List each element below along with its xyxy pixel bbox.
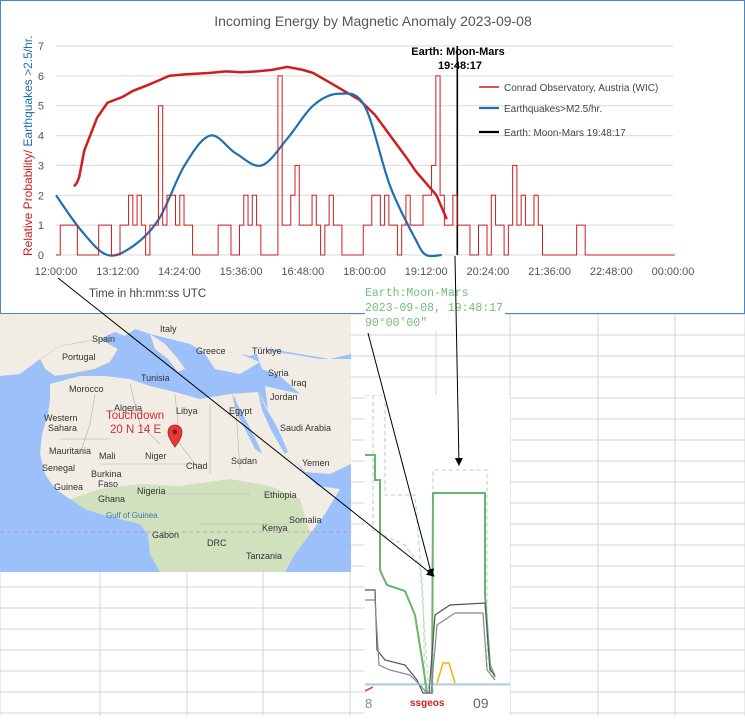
map-label-sudan: Sudan [231, 456, 258, 466]
map-label-saudi-arabia: Saudi Arabia [280, 423, 332, 433]
moon-mars-annotation-line2: 19:48:17 [438, 60, 482, 72]
chart-gridlines [56, 45, 673, 256]
map-label-tunisia: Tunisia [141, 373, 170, 383]
y-tick-label: 4 [38, 131, 44, 143]
map-label-morocco: Morocco [69, 384, 104, 394]
series-layer [55, 46, 675, 258]
series-line-1 [55, 92, 442, 258]
inset-chart-graphic [365, 395, 510, 694]
touchdown-label-line1: Touchdown [106, 410, 165, 422]
map-panel[interactable]: Spain Portugal Italy Greece Türkiye Syri… [0, 314, 351, 572]
map-label-spain: Spain [92, 334, 116, 344]
map-label-jordan: Jordan [270, 392, 298, 402]
map-label-western-sahara-2: Sahara [48, 423, 78, 433]
map-label-kenya: Kenya [262, 523, 288, 533]
line-chart: Incoming Energy by Magnetic Anomaly 2023… [21, 13, 695, 300]
map-label-niger: Niger [145, 451, 167, 461]
chart-legend[interactable]: Conrad Observatory, Austria (WIC) Earthqu… [479, 83, 658, 139]
x-tick-label: 20:24:00 [466, 266, 509, 278]
chart-title: Incoming Energy by Magnetic Anomaly 2023… [214, 13, 532, 29]
legend-label: Conrad Observatory, Austria (WIC) [504, 83, 658, 94]
y-tick-label: 2 [38, 190, 44, 202]
map-label-egypt: Egypt [229, 406, 253, 416]
y-tick-label: 6 [38, 71, 44, 83]
x-tick-label: 14:24:00 [158, 266, 201, 278]
series-line-0 [73, 65, 448, 220]
inset-annotation: Earth:Moon-Mars 2023-09-08, 19:48:17 90°… [365, 286, 506, 331]
moon-mars-annotation-line1: Earth: Moon-Mars [411, 46, 505, 58]
y-tick-label: 0 [38, 250, 44, 262]
legend-label: Earthquakes>M2.5/hr. [504, 104, 602, 115]
map-label-burkina-2: Faso [98, 479, 119, 489]
map-label-libya: Libya [176, 406, 198, 416]
y-axis-ticks: 0 1 2 3 4 5 6 7 [38, 41, 44, 262]
x-tick-label: 13:12:00 [96, 266, 139, 278]
x-tick-label: 18:00:00 [343, 266, 386, 278]
inset-chart-panel[interactable]: 8 ssgeos 09 [365, 395, 510, 716]
map-label-gabon: Gabon [152, 530, 180, 540]
y-tick-label: 5 [38, 101, 44, 113]
map-label-italy: Italy [160, 324, 177, 334]
y-tick-label: 7 [38, 41, 44, 53]
map-label-mali: Mali [99, 451, 116, 461]
y-axis-label-blue: Earthquakes >2.5/hr. [21, 36, 35, 150]
inset-annotation-line2: 2023-09-08, 19:48:17 [365, 302, 504, 315]
map-label-mauritania: Mauritania [49, 446, 92, 456]
inset-footer-ssgeos: ssgeos [410, 698, 445, 709]
map-label-turkiye: Türkiye [252, 346, 282, 356]
inset-footer-right: 09 [473, 695, 489, 711]
map-label-nigeria: Nigeria [137, 486, 166, 496]
x-axis-ticks: 12:00:00 13:12:00 14:24:00 15:36:00 16:48:00… [35, 266, 695, 278]
map-label-somalia: Somalia [289, 515, 322, 525]
map-label-iraq: Iraq [291, 378, 307, 388]
map-label-portugal: Portugal [62, 352, 96, 362]
map-label-syria: Syria [268, 368, 289, 378]
x-tick-label: 15:36:00 [220, 266, 263, 278]
x-axis-label: Time in hh:mm:ss UTC [89, 288, 206, 300]
x-tick-label: 21:36:00 [528, 266, 571, 278]
touchdown-label-line2: 20 N 14 E [110, 424, 162, 436]
map-label-western-sahara-1: Western [44, 413, 78, 423]
inset-annotation-line1: Earth:Moon-Mars [365, 287, 469, 300]
legend-label: Earth: Moon-Mars 19:48:17 [504, 128, 626, 139]
map-label-yemen: Yemen [302, 458, 330, 468]
inset-annotation-line3: 90°00'00" [365, 317, 428, 330]
map-label-guinea: Guinea [54, 482, 84, 492]
y-tick-label: 3 [38, 160, 44, 172]
map-label-ethiopia: Ethiopia [264, 490, 297, 500]
y-tick-label: 1 [38, 220, 44, 232]
map-label-chad: Chad [186, 461, 208, 471]
x-tick-label: 00:00:00 [652, 266, 695, 278]
y-axis-label-red: Relative Probability/ [21, 149, 35, 256]
x-tick-label: 12:00:00 [35, 266, 78, 278]
chart-panel[interactable]: Incoming Energy by Magnetic Anomaly 2023… [0, 0, 745, 314]
map-label-greece: Greece [196, 346, 226, 356]
y-axis-label: Relative Probability/ Earthquakes >2.5/h… [21, 36, 35, 256]
x-tick-label: 19:12:00 [405, 266, 448, 278]
map-label-gulf-of-guinea: Gulf of Guinea [106, 511, 158, 520]
map-label-ghana: Ghana [98, 494, 126, 504]
map-label-drc: DRC [207, 538, 227, 548]
x-tick-label: 22:48:00 [590, 266, 633, 278]
map-label-burkina-1: Burkina [91, 469, 122, 479]
map-label-senegal: Senegal [42, 463, 76, 473]
inset-footer-left: 8 [365, 696, 373, 711]
map-label-tanzania: Tanzania [246, 551, 283, 561]
x-tick-label: 16:48:00 [281, 266, 324, 278]
